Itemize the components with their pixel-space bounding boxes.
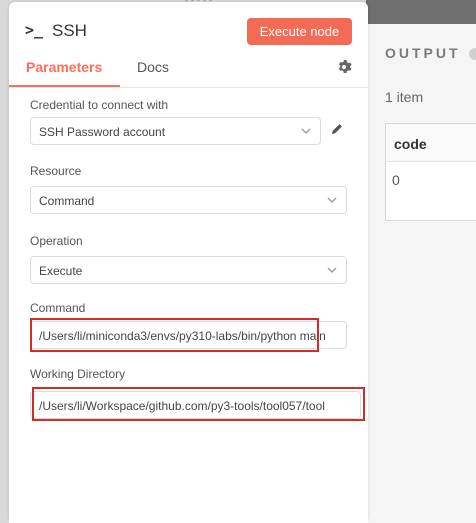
output-panel: OUTPUT 1 item code 0 [366,0,476,523]
output-title: OUTPUT [385,45,461,61]
chevron-down-icon [301,128,311,134]
credential-label: Credential to connect with [30,98,169,112]
terminal-icon: >_ [25,21,44,39]
gear-icon[interactable] [336,59,352,75]
execute-node-button[interactable]: Execute node [247,18,352,45]
output-table: code 0 [385,123,476,221]
table-header-code: code [386,124,476,162]
resource-value: Command [39,194,95,208]
parameters-content: Credential to connect with SSH Password … [9,88,368,523]
node-panel: >_ SSH Execute node Parameters Docs Cred… [9,0,368,523]
items-count: 1 item [385,89,424,105]
table-cell: 0 [392,172,400,188]
operation-value: Execute [39,264,83,278]
resource-select[interactable]: Command [30,186,347,214]
resource-label: Resource [30,164,82,178]
drag-handle[interactable] [183,0,213,2]
pencil-icon[interactable] [330,122,344,136]
working-directory-highlight-box [32,387,365,421]
operation-label: Operation [30,234,83,248]
output-topbar [366,0,476,24]
node-title[interactable]: SSH [52,21,87,41]
tab-docs[interactable]: Docs [137,59,169,75]
credential-value: SSH Password account [39,125,166,139]
credential-select[interactable]: SSH Password account [30,117,321,145]
working-directory-label: Working Directory [30,367,126,381]
operation-select[interactable]: Execute [30,256,347,284]
tab-parameters[interactable]: Parameters [26,59,102,75]
chevron-down-icon [327,197,337,203]
command-highlight-box [30,318,319,352]
chevron-down-icon [327,267,337,273]
command-label: Command [30,301,86,315]
info-icon[interactable] [469,48,476,60]
